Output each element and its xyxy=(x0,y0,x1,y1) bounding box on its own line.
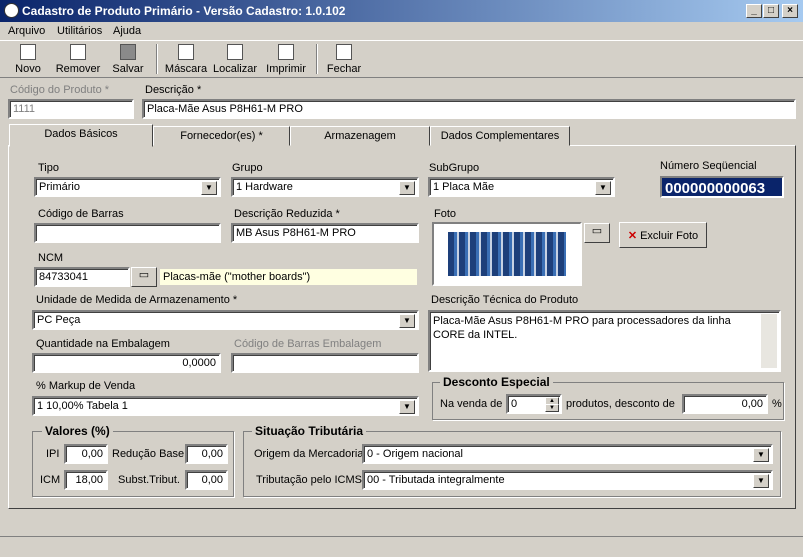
maximize-button[interactable]: □ xyxy=(763,4,779,18)
chevron-down-icon[interactable]: ▼ xyxy=(595,181,611,195)
foto-browse-button[interactable]: ▭ xyxy=(584,223,610,243)
origem-label: Origem da Mercadoria xyxy=(254,448,364,460)
codbarras-emb-label: Código de Barras Embalagem xyxy=(234,338,382,350)
motherboard-image xyxy=(448,232,566,276)
codigo-input[interactable]: 1111 xyxy=(8,99,134,119)
chevron-down-icon[interactable]: ▼ xyxy=(753,448,769,462)
descred-input[interactable]: MB Asus P8H61-M PRO xyxy=(231,223,419,243)
codbarras-label: Código de Barras xyxy=(38,208,124,220)
product-photo[interactable] xyxy=(432,222,582,286)
app-icon xyxy=(4,3,19,18)
salvar-button[interactable]: Salvar xyxy=(110,42,146,78)
codbarras-input[interactable] xyxy=(34,223,221,243)
descred-label: Descrição Reduzida * xyxy=(234,208,340,220)
ipi-input[interactable]: 0,00 xyxy=(64,444,108,464)
menu-utilitarios[interactable]: Utilitários xyxy=(57,25,102,37)
printer-icon xyxy=(278,44,294,60)
window-title: Cadastro de Produto Primário - Versão Ca… xyxy=(22,4,346,18)
mask-icon xyxy=(178,44,194,60)
delete-icon xyxy=(70,44,86,60)
situacao-title: Situação Tributária xyxy=(252,424,367,438)
na-venda-label: Na venda de xyxy=(440,398,503,410)
ncm-input[interactable]: 84733041 xyxy=(34,267,130,287)
tab-dados-basicos[interactable]: Dados Básicos xyxy=(9,124,153,147)
valores-title: Valores (%) xyxy=(42,424,113,438)
foto-label: Foto xyxy=(434,208,457,220)
tipo-label: Tipo xyxy=(38,162,59,174)
scrollbar[interactable] xyxy=(761,314,777,368)
subgrupo-label: SubGrupo xyxy=(429,162,480,174)
reducao-label: Redução Base xyxy=(112,448,185,460)
title-bar[interactable]: Cadastro de Produto Primário - Versão Ca… xyxy=(0,0,803,22)
ncm-label: NCM xyxy=(38,252,64,264)
origem-select[interactable]: 0 - Origem nacional ▼ xyxy=(362,444,773,464)
subgrupo-select[interactable]: 1 Placa Mãe ▼ xyxy=(428,177,615,197)
grupo-select[interactable]: 1 Hardware ▼ xyxy=(231,177,419,197)
desctec-textarea[interactable]: Placa-Mãe Asus P8H61-M PRO para processa… xyxy=(428,310,781,372)
produtos-label: produtos, desconto de xyxy=(566,398,675,410)
minimize-button[interactable]: _ xyxy=(746,4,762,18)
desctec-label: Descrição Técnica do Produto xyxy=(431,294,579,306)
ncm-search-button[interactable]: ▭ xyxy=(131,267,157,287)
desconto-valor-input[interactable]: 0,00 xyxy=(682,394,768,414)
remover-button[interactable]: Remover xyxy=(54,42,102,78)
spin-down-icon[interactable]: ▼ xyxy=(545,404,559,412)
subst-input[interactable]: 0,00 xyxy=(185,470,228,490)
qtd-label: Quantidade na Embalagem xyxy=(36,338,170,350)
browse-icon: ▭ xyxy=(591,225,603,237)
seq-label: Número Seqüencial xyxy=(660,160,757,172)
markup-select[interactable]: 1 10,00% Tabela 1 ▼ xyxy=(32,396,419,416)
markup-label: % Markup de Venda xyxy=(36,380,136,392)
unidade-label: Unidade de Medida de Armazenamento * xyxy=(36,294,238,306)
chevron-down-icon[interactable]: ▼ xyxy=(399,400,415,414)
ncm-description: Placas-mãe ("mother boards") xyxy=(158,267,419,287)
search-icon: ▭ xyxy=(138,269,150,281)
codbarras-emb-input[interactable] xyxy=(231,353,419,373)
tab-armazenagem[interactable]: Armazenagem xyxy=(290,126,430,146)
grupo-label: Grupo xyxy=(232,162,263,174)
icm-label: ICM xyxy=(40,474,61,486)
new-document-icon xyxy=(20,44,36,60)
novo-button[interactable]: Novo xyxy=(10,42,46,78)
toolbar-separator xyxy=(156,44,158,74)
codigo-label: Código do Produto * xyxy=(10,84,110,96)
descricao-label: Descrição * xyxy=(145,84,202,96)
imprimir-button[interactable]: Imprimir xyxy=(264,42,308,78)
tributacao-select[interactable]: 00 - Tributada integralmente ▼ xyxy=(362,470,773,490)
menu-ajuda[interactable]: Ajuda xyxy=(113,25,141,37)
desconto-qtd-input[interactable]: 0 ▲ ▼ xyxy=(506,394,562,414)
tributacao-label: Tributação pelo ICMS xyxy=(256,474,362,486)
qtd-input[interactable]: 0,0000 xyxy=(32,353,221,373)
delete-photo-icon: ✕ xyxy=(627,230,638,242)
descricao-input[interactable]: Placa-Mãe Asus P8H61-M PRO xyxy=(142,99,796,119)
reducao-input[interactable]: 0,00 xyxy=(185,444,228,464)
tab-dados-complementares[interactable]: Dados Complementares xyxy=(430,126,570,146)
icm-input[interactable]: 18,00 xyxy=(64,470,108,490)
desconto-title: Desconto Especial xyxy=(440,375,553,389)
mascara-button[interactable]: Máscara xyxy=(164,42,208,78)
exit-icon xyxy=(336,44,352,60)
fechar-button[interactable]: Fechar xyxy=(324,42,364,78)
chevron-down-icon[interactable]: ▼ xyxy=(399,181,415,195)
menu-arquivo[interactable]: Arquivo xyxy=(8,25,45,37)
tab-fornecedores[interactable]: Fornecedor(es) * xyxy=(153,126,290,146)
seq-value: 000000000063 xyxy=(660,176,784,198)
chevron-down-icon[interactable]: ▼ xyxy=(399,314,415,328)
find-icon xyxy=(227,44,243,60)
subst-label: Subst.Tribut. xyxy=(118,474,180,486)
close-button[interactable]: × xyxy=(782,4,798,18)
save-icon xyxy=(120,44,136,60)
ipi-label: IPI xyxy=(46,448,60,460)
percent-label: % xyxy=(772,398,782,410)
chevron-down-icon[interactable]: ▼ xyxy=(201,181,217,195)
excluir-foto-button[interactable]: ✕ Excluir Foto xyxy=(619,222,707,248)
localizar-button[interactable]: Localizar xyxy=(212,42,258,78)
chevron-down-icon[interactable]: ▼ xyxy=(753,474,769,488)
toolbar-separator xyxy=(316,44,318,74)
status-bar xyxy=(0,536,803,557)
unidade-select[interactable]: PC Peça ▼ xyxy=(32,310,419,330)
tipo-select[interactable]: Primário ▼ xyxy=(34,177,221,197)
